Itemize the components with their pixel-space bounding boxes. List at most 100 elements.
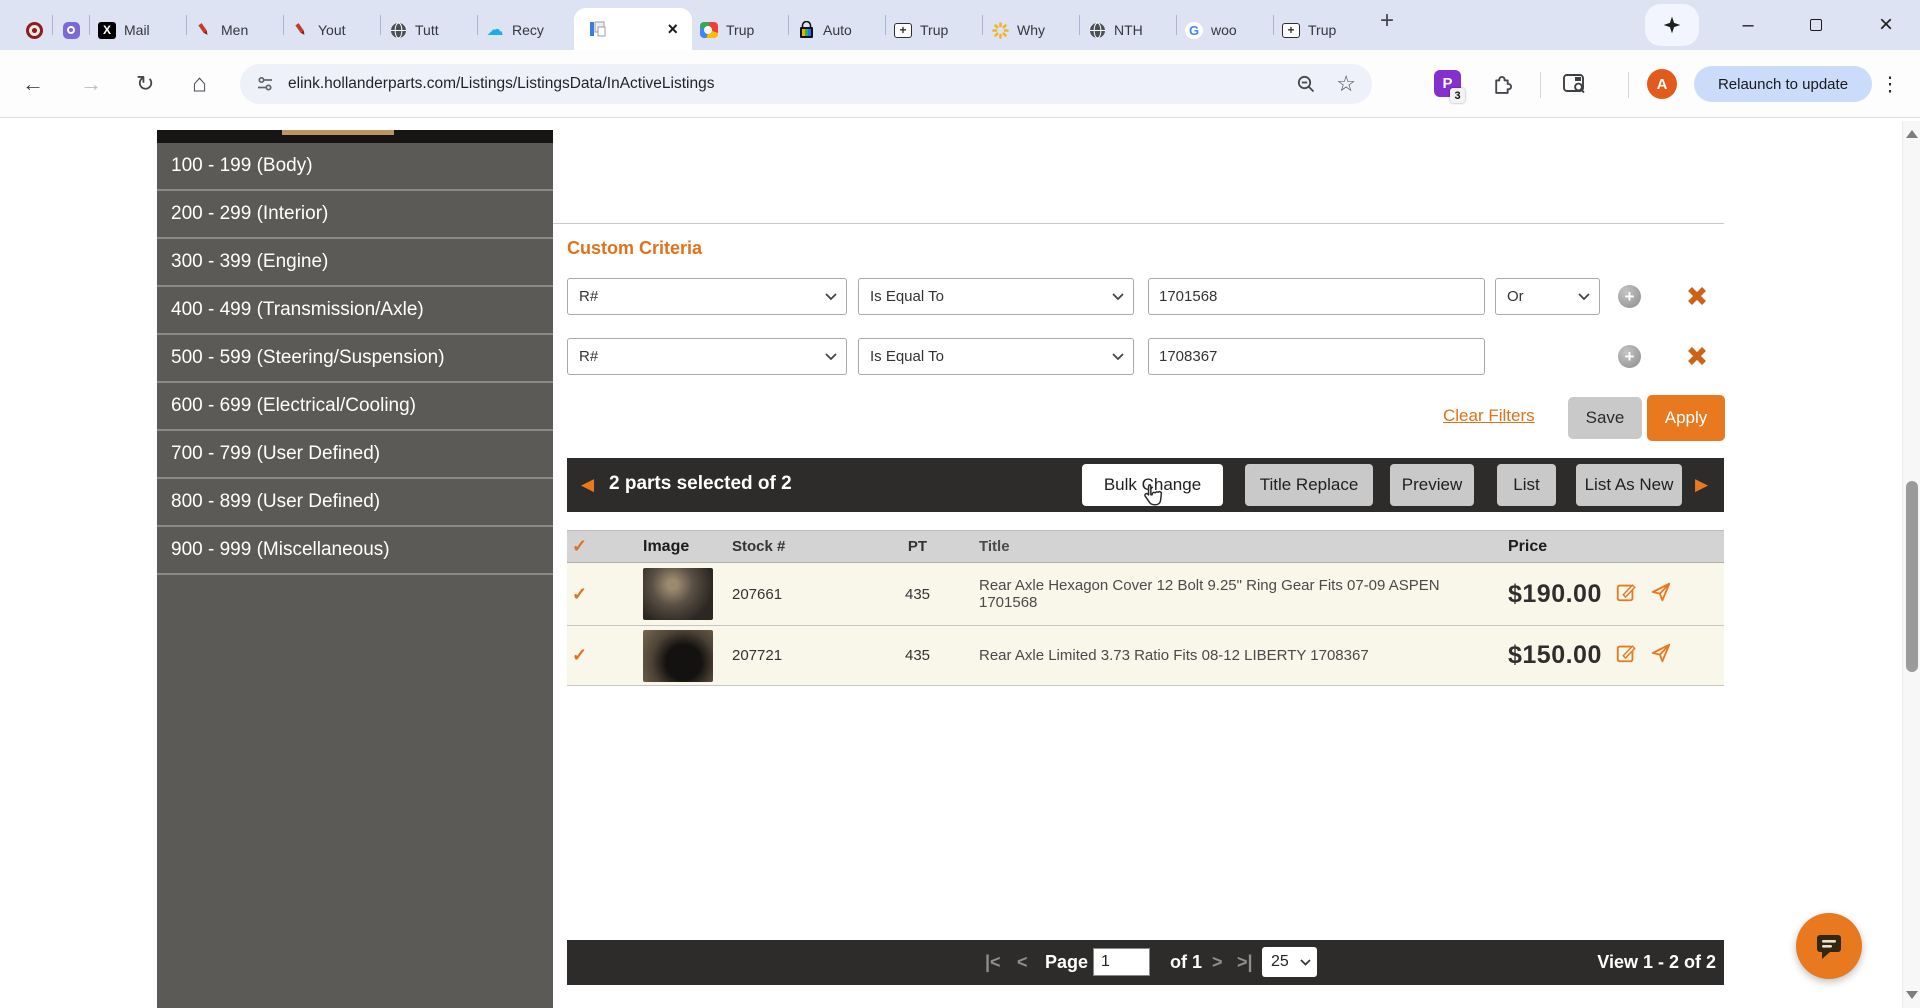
conjunction-select[interactable]: Or <box>1495 278 1600 315</box>
tab-woo[interactable]: G woo <box>1177 10 1273 50</box>
part-thumbnail[interactable] <box>643 630 713 682</box>
sparkle-icon <box>1662 15 1682 35</box>
clear-filters-link[interactable]: Clear Filters <box>1443 406 1535 426</box>
table-row[interactable]: ✓ 207721 435 Rear Axle Limited 3.73 Rati… <box>567 626 1724 686</box>
window-close-button[interactable]: × <box>1866 0 1906 50</box>
back-button[interactable]: ← <box>22 71 44 97</box>
row-check-icon[interactable]: ✓ <box>567 584 625 605</box>
sidebar-item-900-999[interactable]: 900 - 999 (Miscellaneous) <box>157 527 553 575</box>
tab-label: Trup <box>726 22 754 38</box>
profile-avatar[interactable]: A <box>1647 69 1677 99</box>
sidebar-item-800-899[interactable]: 800 - 899 (User Defined) <box>157 479 553 527</box>
page-size-select[interactable]: 25 <box>1262 947 1317 977</box>
tab-trup-1[interactable]: Trup <box>692 10 788 50</box>
zoom-out-icon[interactable] <box>1296 74 1316 94</box>
list-as-new-button[interactable]: List As New <box>1576 464 1682 506</box>
sidebar-item-500-599[interactable]: 500 - 599 (Steering/Suspension) <box>157 335 553 383</box>
save-button[interactable]: Save <box>1568 397 1642 439</box>
column-header-stock[interactable]: Stock # <box>725 538 880 555</box>
browser-ai-button[interactable] <box>1645 4 1699 46</box>
remove-criteria-icon[interactable] <box>1685 344 1709 373</box>
url-text[interactable]: elink.hollanderparts.com/Listings/Listin… <box>288 75 1296 93</box>
sidebar-item-400-499[interactable]: 400 - 499 (Transmission/Axle) <box>157 287 553 335</box>
field-select[interactable]: R# <box>567 338 847 375</box>
extensions-puzzle-icon[interactable] <box>1491 71 1516 101</box>
tab-nth[interactable]: NTH <box>1080 10 1176 50</box>
expand-right-icon[interactable]: ▶ <box>1695 475 1708 495</box>
edit-price-icon[interactable] <box>1615 581 1637 608</box>
sidebar-item-600-699[interactable]: 600 - 699 (Electrical/Cooling) <box>157 383 553 431</box>
toolbar-divider <box>1628 72 1629 98</box>
bookmark-star-icon[interactable]: ☆ <box>1336 71 1356 97</box>
page-number-input[interactable] <box>1093 948 1150 976</box>
select-all-check[interactable]: ✓ <box>567 536 625 557</box>
prev-page-button[interactable]: < <box>1017 952 1028 973</box>
pinned-tab-record[interactable] <box>16 10 52 50</box>
sidebar-item-200-299[interactable]: 200 - 299 (Interior) <box>157 191 553 239</box>
selection-count-text: 2 parts selected of 2 <box>609 473 792 495</box>
close-tab-icon[interactable]: × <box>667 20 678 38</box>
tab-active-listings[interactable]: × <box>574 8 692 50</box>
add-criteria-icon[interactable]: + <box>1618 345 1641 368</box>
column-header-price[interactable]: Price <box>1478 538 1724 556</box>
column-header-title[interactable]: Title <box>955 538 1478 555</box>
tab-men[interactable]: Men <box>187 10 283 50</box>
tab-auto[interactable]: Auto <box>789 10 885 50</box>
window-maximize-button[interactable] <box>1796 0 1836 50</box>
forward-button[interactable]: → <box>80 71 102 97</box>
last-page-button[interactable]: >| <box>1237 952 1253 973</box>
tab-label: woo <box>1211 22 1237 38</box>
pinned-tab-app[interactable] <box>53 10 89 50</box>
preview-button[interactable]: Preview <box>1390 464 1474 506</box>
tab-mail[interactable]: X Mail <box>90 10 186 50</box>
part-thumbnail[interactable] <box>643 568 713 620</box>
first-page-button[interactable]: |< <box>985 952 1001 973</box>
criteria-value-input[interactable] <box>1148 338 1485 375</box>
sidebar-item-700-799[interactable]: 700 - 799 (User Defined) <box>157 431 553 479</box>
scroll-up-icon[interactable] <box>1906 130 1918 138</box>
part-price: $150.00 <box>1508 641 1602 670</box>
remove-criteria-icon[interactable] <box>1685 284 1709 313</box>
new-tab-button[interactable]: + <box>1380 7 1394 35</box>
tab-recy[interactable]: ☁ Recy <box>478 10 574 50</box>
operator-select[interactable]: Is Equal To <box>858 338 1134 375</box>
next-page-button[interactable]: > <box>1212 952 1223 973</box>
scrollbar-thumb[interactable] <box>1906 481 1918 672</box>
page-scrollbar[interactable] <box>1902 121 1920 1008</box>
field-select[interactable]: R# <box>567 278 847 315</box>
tab-label: Recy <box>512 22 544 38</box>
reload-button[interactable]: ↻ <box>136 71 154 97</box>
edit-price-icon[interactable] <box>1615 642 1637 669</box>
apply-button[interactable]: Apply <box>1647 395 1725 441</box>
title-replace-button[interactable]: Title Replace <box>1245 464 1373 506</box>
operator-select-value: Is Equal To <box>870 288 944 305</box>
send-listing-icon[interactable] <box>1650 642 1672 669</box>
tab-trup-3[interactable]: + Trup <box>1274 10 1370 50</box>
address-bar[interactable]: elink.hollanderparts.com/Listings/Listin… <box>240 64 1372 104</box>
send-listing-icon[interactable] <box>1650 581 1672 608</box>
site-info-icon[interactable] <box>256 75 274 93</box>
relaunch-to-update-button[interactable]: Relaunch to update <box>1694 66 1872 102</box>
sidebar-item-100-199[interactable]: 100 - 199 (Body) <box>157 143 553 191</box>
tab-yout[interactable]: Yout <box>284 10 380 50</box>
window-minimize-button[interactable]: – <box>1728 0 1768 50</box>
list-button[interactable]: List <box>1497 464 1556 506</box>
scroll-down-icon[interactable] <box>1906 991 1918 999</box>
sidebar-item-300-399[interactable]: 300 - 399 (Engine) <box>157 239 553 287</box>
pagination-bar: |< < Page of 1 > >| 25 View 1 - 2 of 2 <box>567 940 1724 985</box>
category-sidebar: 100 - 199 (Body) 200 - 299 (Interior) 30… <box>157 130 553 1008</box>
criteria-value-input[interactable] <box>1148 278 1485 315</box>
tab-search-icon[interactable] <box>1562 72 1588 101</box>
home-button[interactable]: ⌂ <box>192 69 207 98</box>
operator-select[interactable]: Is Equal To <box>858 278 1134 315</box>
add-criteria-icon[interactable]: + <box>1618 285 1641 308</box>
tab-tutt[interactable]: Tutt <box>381 10 477 50</box>
row-check-icon[interactable]: ✓ <box>567 645 625 666</box>
column-header-pt[interactable]: PT <box>880 538 955 555</box>
chat-widget-button[interactable] <box>1796 913 1862 979</box>
collapse-left-icon[interactable]: ◀ <box>581 475 594 495</box>
tab-trup-2[interactable]: + Trup <box>886 10 982 50</box>
tab-why[interactable]: Why <box>983 10 1079 50</box>
table-row[interactable]: ✓ 207661 435 Rear Axle Hexagon Cover 12 … <box>567 563 1724 626</box>
browser-menu-icon[interactable]: ⋮ <box>1880 71 1900 96</box>
